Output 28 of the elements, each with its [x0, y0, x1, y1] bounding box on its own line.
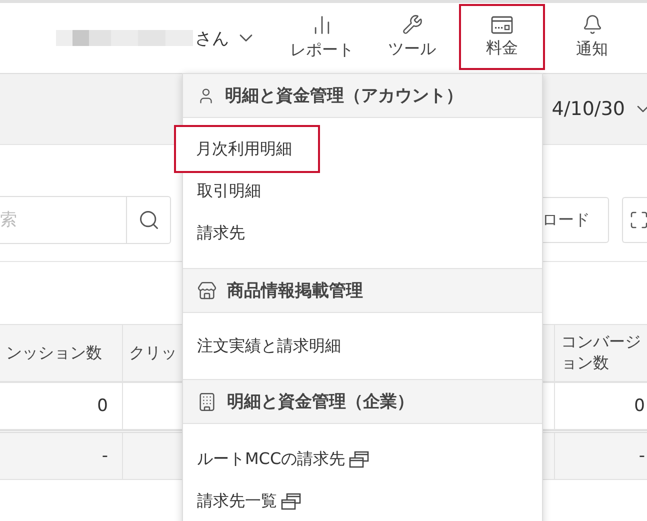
menu-item[interactable]: 月次利用明細 [174, 125, 320, 173]
building-icon [197, 392, 217, 412]
section-title: 商品情報掲載管理 [227, 280, 363, 302]
column-header: ンッション数 [0, 325, 123, 381]
person-icon [197, 86, 215, 104]
wrench-icon [402, 14, 422, 35]
table-cell-text: 0 [633, 395, 646, 418]
date-range[interactable]: 4/10/30 [552, 98, 625, 120]
menu-item[interactable]: 取引明細 [183, 170, 277, 212]
table-cell: - [0, 433, 123, 479]
expand-icon [629, 210, 647, 230]
store-icon [197, 280, 217, 300]
search-button[interactable] [126, 196, 171, 244]
column-header: コンバージョン数 [560, 331, 642, 374]
bell-icon [582, 14, 602, 35]
user-name: さん [195, 28, 229, 50]
card-icon [491, 16, 513, 34]
search-icon [138, 209, 160, 231]
nav-item[interactable]: 料金 [459, 4, 545, 70]
menu-item[interactable]: 請求先 [183, 212, 261, 254]
table-cell-text: - [638, 445, 646, 468]
table-cell: 0 [0, 383, 123, 429]
menu-item[interactable]: 請求先一覧 [183, 480, 317, 521]
menu-item[interactable]: ルートMCCの請求先 [183, 438, 386, 480]
menu-item[interactable]: 注文実績と請求明細 [183, 325, 357, 367]
section-title: 明細と資金管理（アカウント） [225, 85, 463, 107]
section-title: 明細と資金管理（企業） [227, 391, 414, 413]
search-field[interactable]: 索 [0, 196, 126, 244]
